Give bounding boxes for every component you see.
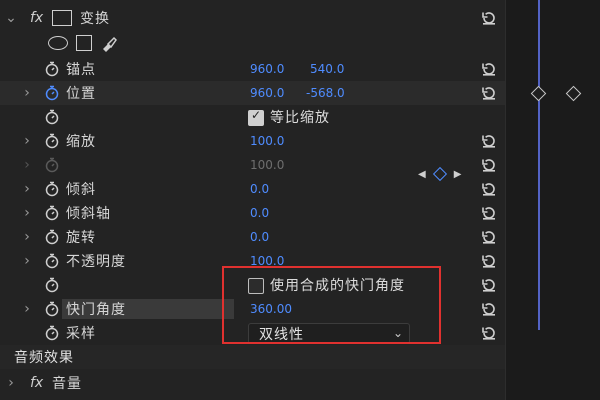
chevron-down-icon[interactable]: ⌄	[4, 11, 18, 25]
stopwatch-icon	[44, 109, 60, 125]
playhead[interactable]	[538, 0, 540, 330]
chevron-right-icon[interactable]: ›	[20, 302, 34, 316]
reset-icon[interactable]	[480, 132, 498, 150]
chevron-right-icon[interactable]: ›	[20, 254, 34, 268]
property-position: › 位置 960.0 -568.0 ◀ ▶	[0, 81, 505, 182]
stopwatch-icon[interactable]	[44, 205, 60, 221]
transform-effect-header[interactable]: ⌄ fx 变换	[0, 6, 505, 30]
property-skew-axis: › 倾斜轴 0.0	[0, 201, 505, 225]
effect-controls-panel: ⌄ fx 变换 锚点 960.0 540.0 › 位置 960.0 -568.0…	[0, 0, 600, 400]
skew-axis-label: 倾斜轴	[66, 206, 111, 222]
reset-icon[interactable]	[480, 300, 498, 318]
reset-icon[interactable]	[480, 156, 498, 174]
audio-effects-label: 音频效果	[14, 350, 74, 366]
transform-label: 变换	[80, 11, 110, 27]
opacity-label: 不透明度	[66, 254, 126, 270]
chevron-right-icon[interactable]: ›	[20, 206, 34, 220]
chevron-right-icon[interactable]: ›	[4, 376, 18, 390]
scale-width-value: 100.0	[250, 158, 285, 172]
stopwatch-icon[interactable]	[44, 133, 60, 149]
mask-tools	[48, 34, 118, 52]
sampling-label: 采样	[66, 326, 96, 342]
chevron-right-icon[interactable]: ›	[20, 230, 34, 244]
chevron-right-icon[interactable]: ›	[20, 86, 34, 100]
anchor-y-value[interactable]: 540.0	[310, 62, 344, 76]
stopwatch-icon[interactable]	[44, 181, 60, 197]
reset-icon[interactable]	[480, 204, 498, 222]
chevron-right-icon: ›	[24, 157, 30, 173]
volume-effect-header[interactable]: › fx 音量	[0, 371, 505, 395]
stopwatch-icon[interactable]	[44, 253, 60, 269]
position-label: 位置	[66, 86, 96, 102]
transform-effect-icon	[52, 10, 72, 26]
stopwatch-icon	[44, 325, 60, 341]
property-skew: › 倾斜 0.0	[0, 177, 505, 201]
uniform-scale-checkbox[interactable]	[248, 108, 264, 126]
reset-icon[interactable]	[480, 84, 498, 102]
scale-label: 缩放	[66, 134, 96, 150]
rect-mask-icon[interactable]	[76, 35, 92, 51]
property-rotation: › 旋转 0.0	[0, 225, 505, 249]
rotation-label: 旋转	[66, 230, 96, 246]
anchor-label: 锚点	[66, 62, 96, 78]
skew-axis-value[interactable]: 0.0	[250, 206, 269, 220]
timeline-area[interactable]	[505, 0, 600, 400]
reset-icon[interactable]	[480, 276, 498, 294]
fx-toggle[interactable]: fx	[30, 10, 43, 26]
reset-icon[interactable]	[480, 324, 498, 342]
stopwatch-icon	[44, 277, 60, 293]
property-scale: › 缩放 100.0	[0, 129, 505, 153]
reset-icon[interactable]	[480, 252, 498, 270]
audio-effects-header: 音频效果	[0, 345, 505, 369]
scale-value[interactable]: 100.0	[250, 134, 284, 148]
reset-icon[interactable]	[480, 228, 498, 246]
fx-toggle[interactable]: fx	[30, 375, 43, 391]
position-x-value[interactable]: 960.0	[250, 86, 284, 100]
stopwatch-icon	[44, 157, 60, 173]
highlight-box	[222, 266, 441, 344]
stopwatch-icon[interactable]	[44, 85, 60, 101]
stopwatch-icon[interactable]	[44, 301, 60, 317]
ellipse-mask-icon[interactable]	[48, 36, 68, 50]
uniform-scale-label: 等比缩放	[270, 110, 330, 126]
chevron-right-icon[interactable]: ›	[20, 182, 34, 196]
property-anchor: 锚点 960.0 540.0	[0, 57, 505, 81]
volume-label: 音量	[52, 376, 82, 392]
stopwatch-icon[interactable]	[44, 229, 60, 245]
property-uniform-scale: 等比缩放	[0, 105, 505, 129]
skew-value[interactable]: 0.0	[250, 182, 269, 196]
reset-icon[interactable]	[480, 60, 498, 78]
rotation-value[interactable]: 0.0	[250, 230, 269, 244]
skew-label: 倾斜	[66, 182, 96, 198]
property-scale-width: › 100.0	[0, 153, 505, 177]
stopwatch-icon[interactable]	[44, 61, 60, 77]
position-y-value[interactable]: -568.0	[306, 86, 345, 100]
anchor-x-value[interactable]: 960.0	[250, 62, 284, 76]
pen-mask-icon[interactable]	[100, 34, 118, 52]
reset-icon[interactable]	[480, 180, 498, 198]
reset-icon[interactable]	[480, 9, 498, 27]
shutter-angle-label: 快门角度	[66, 302, 126, 318]
chevron-right-icon[interactable]: ›	[20, 134, 34, 148]
